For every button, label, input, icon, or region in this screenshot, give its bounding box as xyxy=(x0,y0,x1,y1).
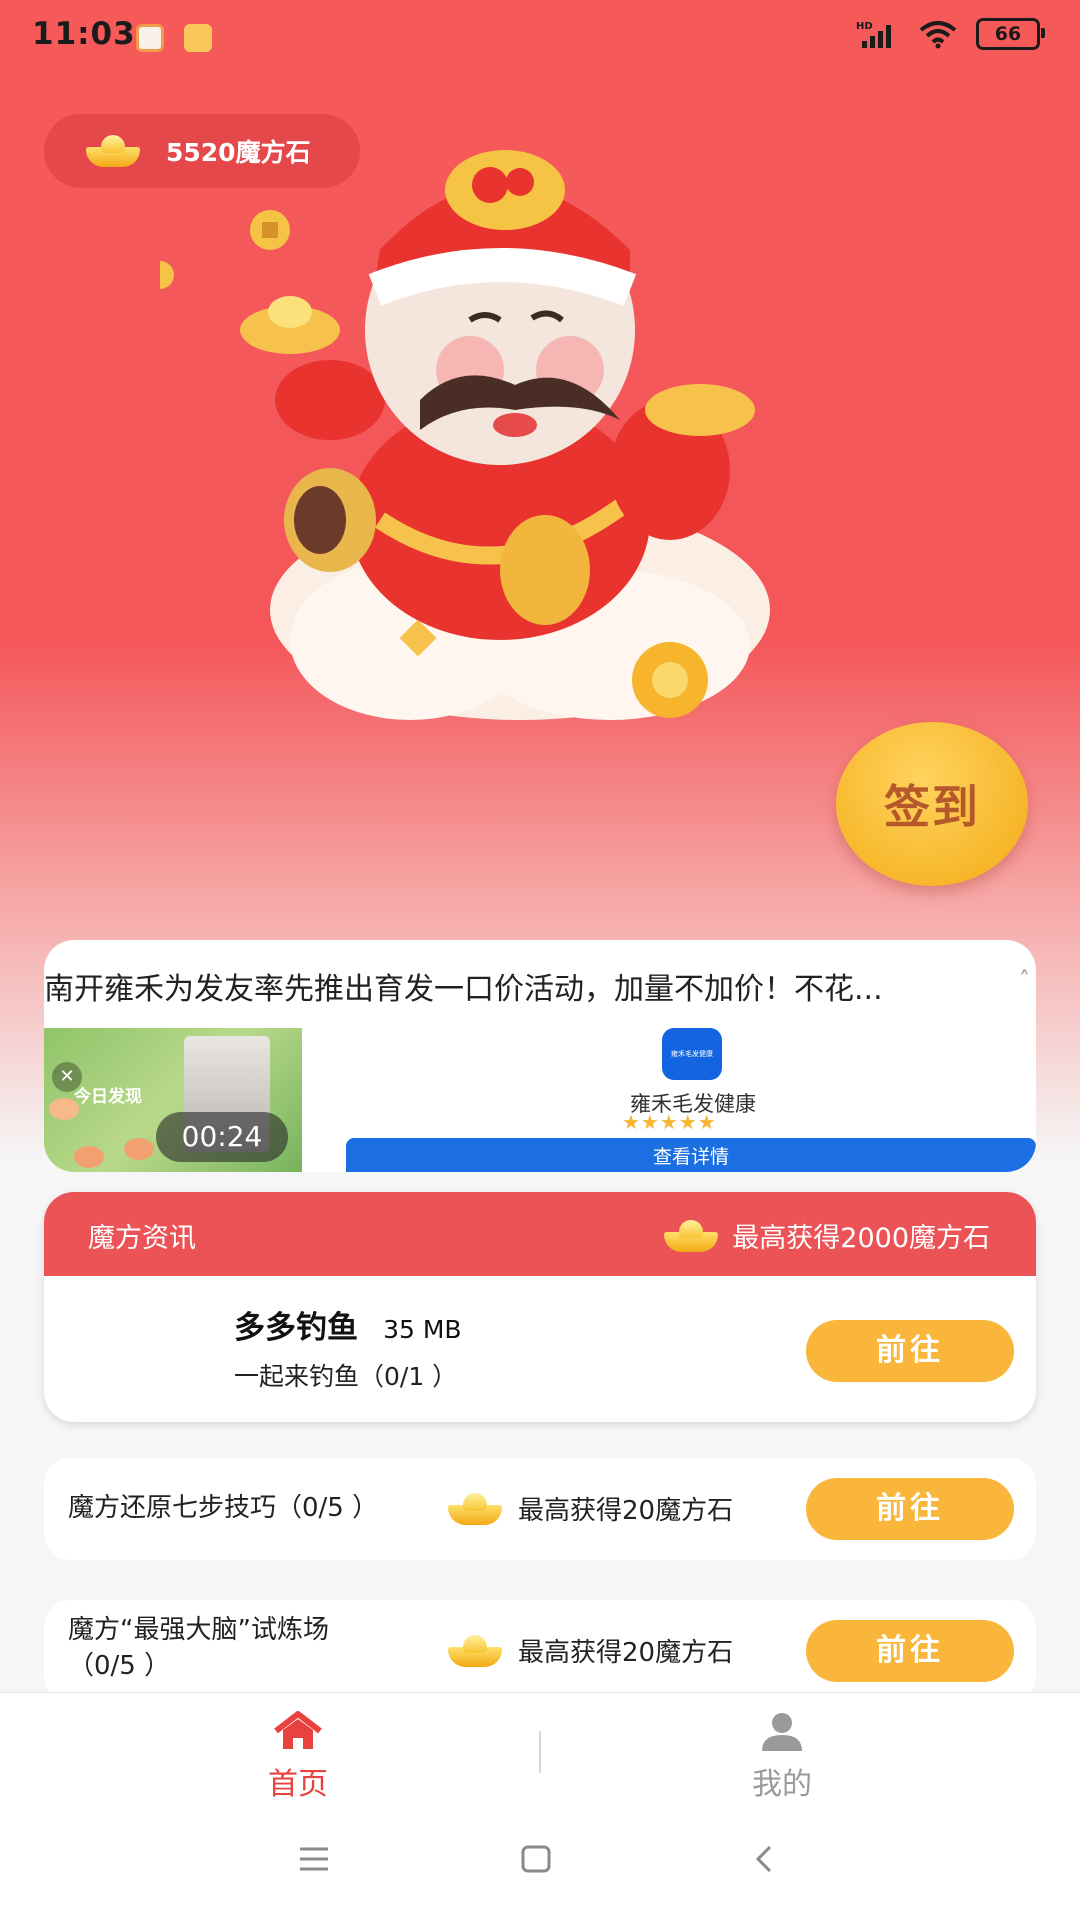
go-button[interactable]: 前往 xyxy=(806,1478,1014,1540)
bottom-tab-bar: 首页 我的 xyxy=(0,1692,1080,1811)
app-name: 多多钓鱼 xyxy=(234,1310,358,1346)
hd-signal-icon: HD xyxy=(856,21,891,48)
task-row: 魔方还原七步技巧（0/5 ） 最高获得20魔方石 前往 xyxy=(44,1458,1036,1560)
rating-stars: ★★★★★ xyxy=(622,1110,717,1134)
app-item: 多多钓鱼 35 MB 一起来钓鱼（0/1 ） xyxy=(234,1302,462,1393)
app-task-desc: 一起来钓鱼（0/1 ） xyxy=(234,1362,458,1391)
info-card: 魔方资讯 最高获得2000魔方石 多多钓鱼 35 MB 一起来钓鱼（0/1 ） … xyxy=(44,1192,1036,1422)
go-button[interactable]: 前往 xyxy=(806,1620,1014,1682)
task-label: 魔方“最强大脑”试炼场 （0/5 ） xyxy=(68,1612,329,1684)
home-nav-icon[interactable] xyxy=(520,1844,552,1874)
back-icon[interactable] xyxy=(752,1844,776,1874)
task-label-line2: （0/5 ） xyxy=(68,1651,171,1681)
home-icon xyxy=(274,1711,322,1749)
info-card-reward-text: 最高获得2000魔方石 xyxy=(732,1223,990,1254)
task-label: 魔方还原七步技巧（0/5 ） xyxy=(68,1493,379,1523)
gold-ingot-icon xyxy=(448,1492,502,1525)
info-card-header: 魔方资讯 最高获得2000魔方石 xyxy=(44,1192,1036,1276)
task-reward-text: 最高获得20魔方石 xyxy=(518,1638,734,1668)
tab-home[interactable]: 首页 xyxy=(198,1711,398,1803)
wifi-icon xyxy=(919,21,957,49)
signin-button[interactable]: 签到 xyxy=(836,722,1028,886)
task-label-line1: 魔方“最强大脑”试炼场 xyxy=(68,1615,329,1645)
tab-home-label: 首页 xyxy=(268,1767,328,1802)
tab-profile[interactable]: 我的 xyxy=(682,1711,882,1803)
menu-icon[interactable] xyxy=(298,1844,330,1874)
god-of-wealth-illustration xyxy=(160,150,770,720)
info-card-title: 魔方资讯 xyxy=(88,1223,196,1254)
info-card-reward: 最高获得2000魔方石 xyxy=(664,1216,990,1255)
notification-app-icon xyxy=(136,24,164,52)
gallery-icon xyxy=(184,24,212,52)
svg-text:HD: HD xyxy=(856,21,873,32)
ad-banner[interactable]: 南开雍禾为发友率先推出育发一口价活动，加量不加价！不花... ˄ ✕ 今日发现 … xyxy=(44,940,1036,1172)
ad-headline[interactable]: 南开雍禾为发友率先推出育发一口价活动，加量不加价！不花... xyxy=(44,964,1036,1008)
ad-view-details-button[interactable]: 查看详情 xyxy=(346,1138,1036,1172)
battery-icon: 66 xyxy=(976,18,1045,50)
ad-video[interactable]: ✕ 今日发现 00:24 xyxy=(44,1028,302,1172)
tab-divider xyxy=(539,1731,541,1773)
go-button[interactable]: 前往 xyxy=(806,1320,1014,1382)
video-label: 今日发现 xyxy=(74,1087,142,1107)
system-nav-bar xyxy=(0,1810,1080,1920)
status-time: 11:03 xyxy=(32,16,136,52)
task-row: 魔方“最强大脑”试炼场 （0/5 ） 最高获得20魔方石 前往 xyxy=(44,1600,1036,1702)
gold-ingot-icon xyxy=(664,1219,719,1252)
tab-profile-label: 我的 xyxy=(752,1767,812,1802)
status-bar: 11:03 HD 66 xyxy=(0,0,1080,76)
gold-ingot-icon xyxy=(86,135,140,167)
advertiser-logo: 雍禾毛发健康 xyxy=(662,1028,722,1080)
task-reward: 最高获得20魔方石 xyxy=(448,1490,733,1527)
task-reward-text: 最高获得20魔方石 xyxy=(518,1496,734,1526)
video-timer: 00:24 xyxy=(156,1112,288,1162)
app-size: 35 MB xyxy=(383,1315,462,1344)
task-reward: 最高获得20魔方石 xyxy=(448,1632,733,1669)
ad-close-icon[interactable]: ˄ xyxy=(1019,968,1030,993)
user-icon xyxy=(762,1713,802,1751)
gold-ingot-icon xyxy=(448,1634,502,1667)
